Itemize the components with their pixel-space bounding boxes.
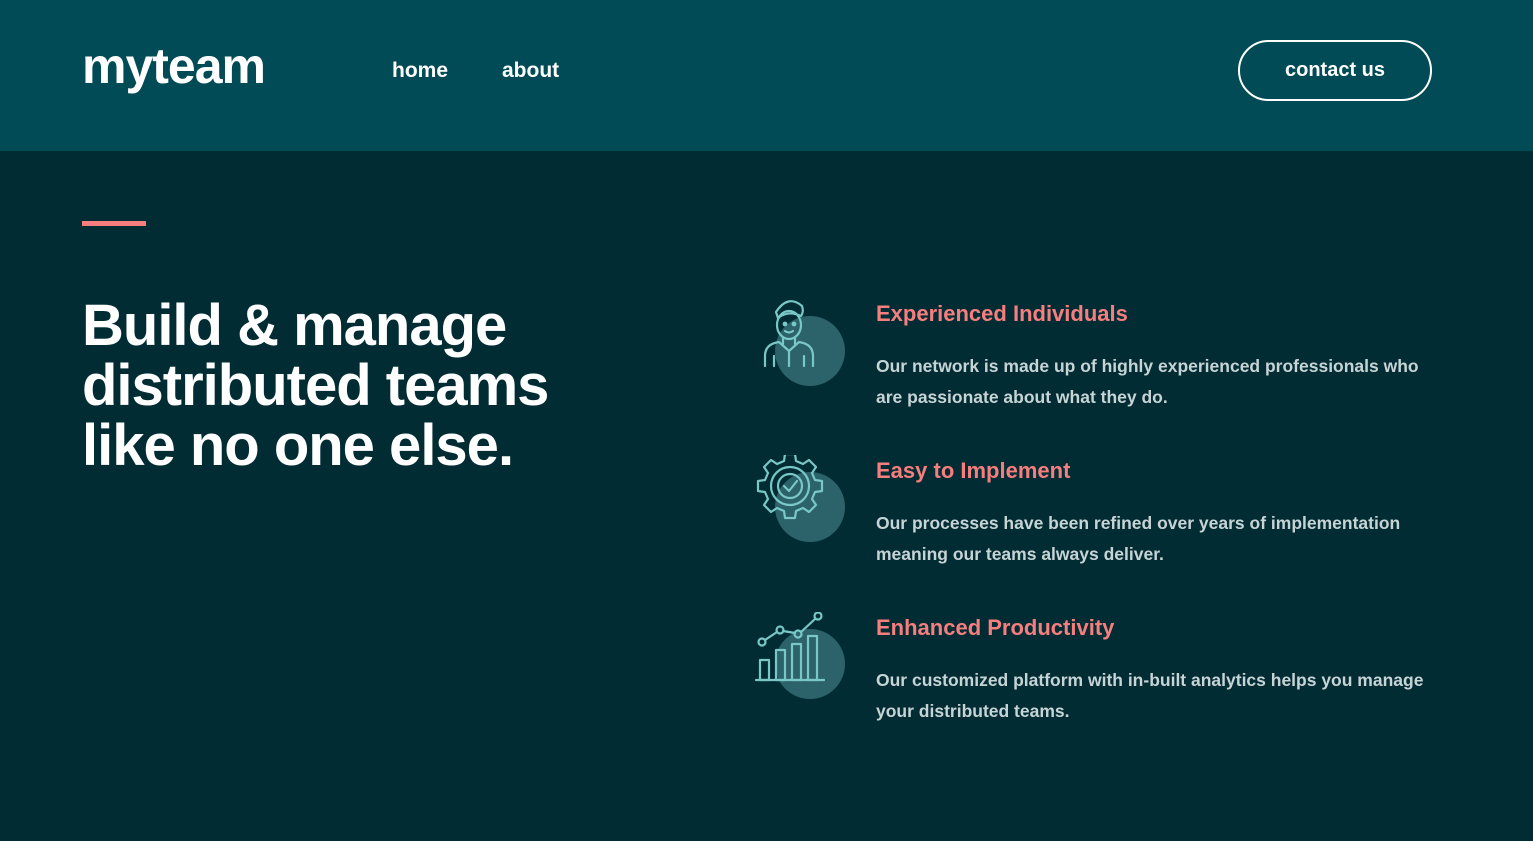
gear-check-icon	[756, 455, 845, 542]
hero-title-line: like no one else.	[82, 413, 514, 478]
feature-item-easy-to-implement: Easy to Implement Our processes have bee…	[752, 455, 1452, 595]
hero-title-line: distributed teams	[82, 353, 549, 418]
feature-description: Our processes have been refined over yea…	[876, 513, 1401, 564]
contact-us-button[interactable]: contact us	[1238, 40, 1432, 101]
person-icon	[763, 300, 845, 386]
feature-title: Easy to Implement	[876, 458, 1071, 483]
feature-title: Enhanced Productivity	[876, 615, 1115, 640]
hero-title: Build & manage distributed teams like no…	[82, 296, 682, 476]
feature-title: Experienced Individuals	[876, 301, 1128, 326]
feature-item-enhanced-productivity: Enhanced Productivity Our customized pla…	[752, 612, 1452, 752]
site-header: myteam home about contact us	[0, 0, 1533, 151]
hero-title-line: Build & manage	[82, 293, 507, 358]
accent-line	[82, 221, 146, 226]
nav-link-home[interactable]: home	[392, 58, 448, 84]
nav-link-about[interactable]: about	[502, 58, 559, 84]
feature-item-experienced-individuals: Experienced Individuals Our network is m…	[752, 298, 1452, 438]
feature-description: Our network is made up of highly experie…	[876, 356, 1419, 407]
logo[interactable]: myteam	[82, 38, 266, 94]
bar-chart-icon	[754, 612, 845, 699]
feature-description: Our customized platform with in-built an…	[876, 670, 1424, 721]
